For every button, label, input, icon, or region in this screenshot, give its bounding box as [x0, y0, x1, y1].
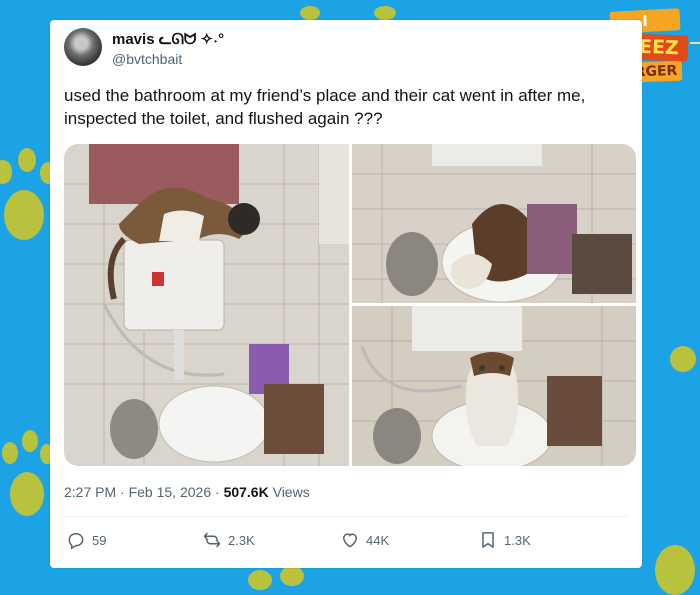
views-count: 507.6K	[223, 484, 269, 500]
reply-button[interactable]: 59	[66, 528, 106, 552]
divider	[64, 516, 628, 517]
heart-icon	[342, 533, 358, 548]
meta-separator: ·	[215, 484, 220, 500]
photo-cat-inspecting[interactable]	[352, 144, 636, 303]
repost-icon	[203, 532, 221, 548]
reply-count: 59	[92, 532, 107, 548]
post-date[interactable]: Feb 15, 2026	[129, 484, 212, 500]
photo-cat-on-tank[interactable]	[64, 144, 349, 466]
like-count: 44K	[366, 532, 390, 548]
media-grid	[64, 144, 636, 466]
like-button[interactable]: 44K	[340, 528, 389, 552]
action-bar: 59 2.3K 44K 1.3K	[50, 528, 642, 556]
views-label: Views	[272, 484, 310, 500]
bookmark-button[interactable]: 1.3K	[478, 528, 531, 552]
repost-count: 2.3K	[228, 532, 255, 548]
cat-sitting-on-toilet-photo	[352, 306, 636, 466]
meta-separator: ·	[120, 484, 125, 500]
user-handle[interactable]: @bvtchbait	[112, 51, 182, 67]
repost-button[interactable]: 2.3K	[202, 528, 255, 552]
cat-on-toilet-tank-photo	[64, 144, 349, 466]
reply-icon	[68, 533, 84, 550]
post-time[interactable]: 2:27 PM	[64, 484, 116, 500]
photo-cat-sitting[interactable]	[352, 306, 636, 466]
bookmark-icon	[482, 532, 494, 548]
bookmark-count: 1.3K	[504, 532, 531, 548]
avatar[interactable]	[64, 28, 102, 66]
tweet-metadata: 2:27 PM · Feb 15, 2026 · 507.6K Views	[64, 484, 310, 500]
tweet-card: mavis ᓚᘏᗢ ✧˖° @bvtchbait used the bathro…	[50, 20, 642, 568]
tweet-text: used the bathroom at my friend’s place a…	[64, 86, 586, 128]
display-name[interactable]: mavis ᓚᘏᗢ ✧˖°	[112, 30, 224, 48]
cat-inspecting-toilet-photo	[352, 144, 636, 303]
